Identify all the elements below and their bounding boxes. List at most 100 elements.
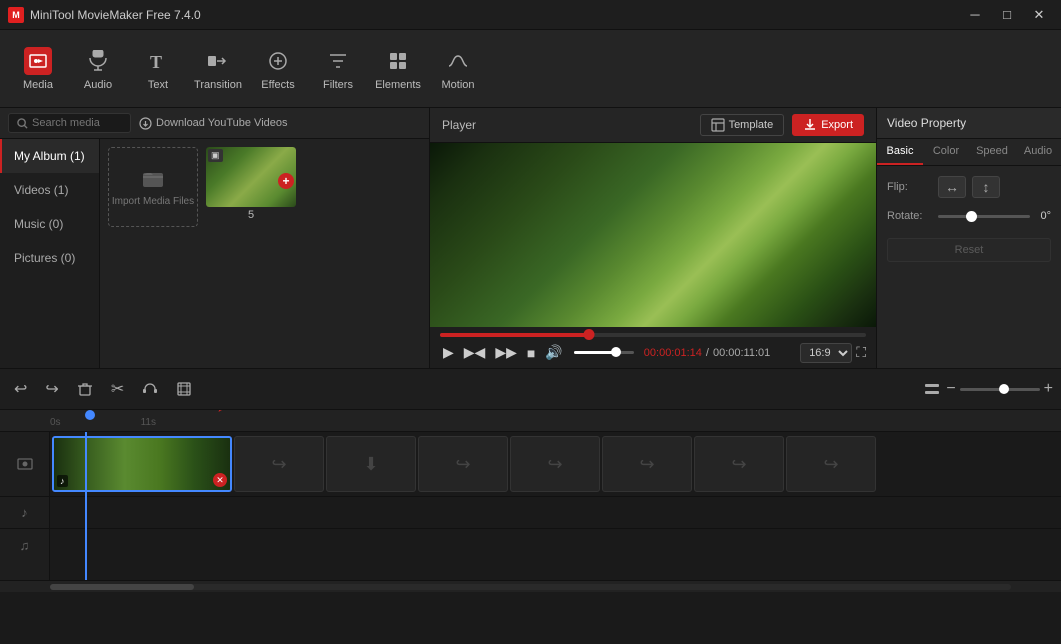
video-property-title: Video Property [877, 108, 1061, 139]
timeline-slot-1[interactable]: ↪ [234, 436, 324, 492]
timeline-slot-3[interactable]: ↪ [418, 436, 508, 492]
timeline-slot-6[interactable]: ↪ [694, 436, 784, 492]
template-button[interactable]: Template [700, 114, 785, 136]
search-icon [17, 118, 28, 129]
toolbar-text-button[interactable]: T Text [130, 34, 186, 104]
prop-tab-speed[interactable]: Speed [969, 139, 1015, 165]
toolbar-audio-button[interactable]: Audio [70, 34, 126, 104]
volume-control[interactable] [574, 351, 634, 354]
prop-tab-basic[interactable]: Basic [877, 139, 923, 165]
audio-track-row [50, 497, 1061, 529]
zoom-in-icon: + [1044, 380, 1053, 398]
delete-button[interactable] [71, 377, 99, 401]
media-clip-1[interactable]: ▣ + 5 [206, 147, 296, 227]
title-bar: M MiniTool MovieMaker Free 7.4.0 ─ □ ✕ [0, 0, 1061, 30]
aspect-ratio-select[interactable]: 16:99:164:31:1 [800, 343, 852, 363]
cut-button[interactable]: ✂ [105, 375, 130, 403]
filters-icon [324, 47, 352, 75]
reset-button[interactable]: Reset [887, 238, 1051, 262]
sidebar-item-videos[interactable]: Videos (1) [0, 173, 99, 207]
volume-button[interactable]: 🔊 [542, 341, 565, 364]
video-track-row: ♪ ✕ ↪ ⬇ ↪ ↪ ↪ ↪ ↪ [50, 432, 1061, 497]
timeline-slot-7[interactable]: ↪ [786, 436, 876, 492]
timeline-slot-5[interactable]: ↪ [602, 436, 692, 492]
template-label: Template [729, 119, 774, 131]
filters-label: Filters [323, 79, 353, 91]
minimize-button[interactable]: ─ [961, 5, 989, 25]
tracks-content: ♪ ✕ ↪ ⬇ ↪ ↪ ↪ ↪ ↪ [50, 432, 1061, 580]
clip-label: 5 [206, 209, 296, 221]
flip-label: Flip: [887, 181, 932, 193]
sidebar-item-music[interactable]: Music (0) [0, 207, 99, 241]
flip-horizontal-button[interactable]: ↔ [938, 176, 966, 198]
crop-button[interactable] [170, 377, 198, 401]
media-grid: Import Media Files ▣ + 5 [100, 139, 429, 359]
audio-track-icon: ♪ [0, 497, 49, 529]
video-track-icon [0, 432, 49, 497]
player-title: Player [442, 118, 476, 132]
prop-tab-color[interactable]: Color [923, 139, 969, 165]
export-label: Export [821, 119, 853, 131]
rotate-slider[interactable] [938, 215, 1030, 218]
sidebar-item-my-album[interactable]: My Album (1) [0, 139, 99, 173]
transition-label: Transition [194, 79, 242, 91]
subtitle-track-icon: ♫ [0, 529, 49, 561]
toolbar-filters-button[interactable]: Filters [310, 34, 366, 104]
import-media-item[interactable]: Import Media Files [108, 147, 198, 227]
close-button[interactable]: ✕ [1025, 5, 1053, 25]
clip-badge: ▣ [208, 149, 223, 162]
skip-back-button[interactable]: ▶◀ [461, 341, 489, 364]
progress-thumb[interactable] [584, 329, 595, 340]
media-label: Media [23, 79, 53, 91]
toolbar-motion-button[interactable]: Motion [430, 34, 486, 104]
folder-icon [141, 167, 165, 191]
timeline-slot-4[interactable]: ↪ [510, 436, 600, 492]
fullscreen-button[interactable]: ⛶ [856, 344, 866, 361]
flip-control: Flip: ↔ ↕ [887, 176, 1051, 198]
download-label: Download YouTube Videos [156, 117, 288, 129]
search-input[interactable] [32, 117, 122, 129]
prop-tab-audio[interactable]: Audio [1015, 139, 1061, 165]
text-icon: T [144, 47, 172, 75]
title-bar-left: M MiniTool MovieMaker Free 7.4.0 [8, 7, 201, 23]
undo-button[interactable]: ↩ [8, 375, 33, 403]
media-icon [24, 47, 52, 75]
elements-icon [384, 47, 412, 75]
audio-detach-button[interactable] [136, 377, 164, 401]
time-current: 00:00:01:14 [644, 347, 702, 359]
clip-add-button[interactable]: + [278, 173, 294, 189]
import-label: Import Media Files [112, 195, 194, 208]
title-text: MiniTool MovieMaker Free 7.4.0 [30, 8, 201, 22]
play-button[interactable]: ▶ [440, 341, 457, 364]
toolbar-transition-button[interactable]: Transition [190, 34, 246, 104]
headphone-icon [142, 381, 158, 397]
playhead-ruler-marker [85, 410, 95, 420]
maximize-button[interactable]: □ [993, 5, 1021, 25]
sidebar-item-pictures[interactable]: Pictures (0) [0, 241, 99, 275]
toolbar-elements-button[interactable]: Elements [370, 34, 426, 104]
toolbar-media-button[interactable]: Media [10, 34, 66, 104]
left-sidebar: My Album (1) Videos (1) Music (0) Pictur… [0, 139, 100, 368]
time-total: 00:00:11:01 [713, 347, 770, 359]
horizontal-scrollbar[interactable] [0, 580, 1061, 592]
ruler-mark-11s: 11s [141, 417, 156, 428]
time-separator: / [706, 347, 709, 359]
flip-vertical-button[interactable]: ↕ [972, 176, 1000, 198]
redo-button[interactable]: ↪ [39, 375, 64, 403]
zoom-slider[interactable] [960, 388, 1040, 391]
toolbar-effects-button[interactable]: Effects [250, 34, 306, 104]
progress-bar[interactable] [440, 333, 866, 337]
timeline-slot-2[interactable]: ⬇ [326, 436, 416, 492]
template-icon [711, 118, 725, 132]
rotate-label: Rotate: [887, 210, 932, 222]
progress-fill [440, 333, 589, 337]
video-clip-1[interactable]: ♪ ✕ [52, 436, 232, 492]
download-youtube-button[interactable]: Download YouTube Videos [139, 117, 288, 130]
elements-label: Elements [375, 79, 421, 91]
clip-remove-button[interactable]: ✕ [213, 473, 227, 487]
effects-label: Effects [261, 79, 294, 91]
zoom-out-icon: − [946, 380, 955, 398]
stop-button[interactable]: ■ [524, 342, 538, 364]
skip-forward-button[interactable]: ▶▶ [492, 341, 520, 364]
export-button[interactable]: Export [792, 114, 864, 136]
